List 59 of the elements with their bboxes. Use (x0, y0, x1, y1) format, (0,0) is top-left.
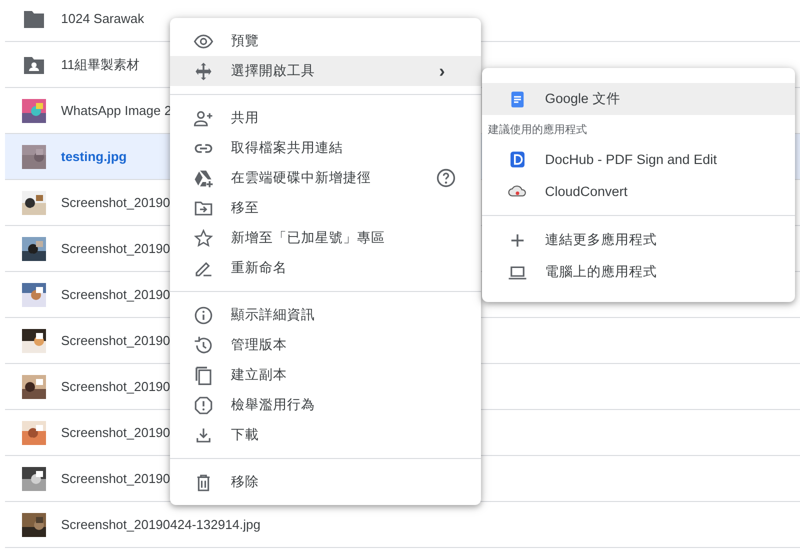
menu-item[interactable]: 選擇開啟工具 › (170, 56, 481, 86)
menu-item[interactable]: 移至 (170, 193, 481, 223)
menu-item-label: 管理版本 (231, 336, 287, 354)
menu-item-label: 重新命名 (231, 259, 287, 277)
app-item[interactable]: 電腦上的應用程式 (482, 256, 795, 288)
file-name: Screenshot_20190 (61, 425, 170, 440)
menu-item[interactable]: 共用 (170, 103, 481, 133)
menu-item[interactable]: 移除 (170, 467, 481, 497)
file-name: Screenshot_20190 (61, 287, 170, 302)
app-item[interactable]: 連結更多應用程式 (482, 224, 795, 256)
app-name: 連結更多應用程式 (545, 231, 657, 249)
menu-item-label: 共用 (231, 109, 259, 127)
menu-item-label: 取得檔案共用連結 (231, 139, 343, 157)
drive-add-icon (193, 168, 214, 188)
section-heading: 建議使用的應用程式 (487, 122, 588, 138)
move-arrows-icon (193, 60, 214, 82)
file-name: Screenshot_20190 (61, 379, 170, 394)
app-name: DocHub - PDF Sign and Edit (545, 152, 717, 166)
menu-item-label: 顯示詳細資訊 (231, 306, 315, 324)
file-name: Screenshot_20190 (61, 471, 170, 486)
menu-item-label: 新增至「已加星號」專區 (231, 229, 385, 247)
menu-item-label: 檢舉濫用行為 (231, 396, 315, 414)
file-name: 1024 Sarawak (61, 11, 144, 26)
file-name: Screenshot_20190 (61, 241, 170, 256)
menu-item-label: 預覽 (231, 32, 259, 50)
file-name: Screenshot_20190424-132914.jpg (61, 517, 261, 532)
warning-icon (193, 394, 214, 416)
app-name: 電腦上的應用程式 (545, 263, 657, 281)
file-name: 11組畢製素材 (61, 56, 140, 74)
menu-item-label: 在雲端硬碟中新增捷徑 (231, 169, 371, 187)
file-name: Screenshot_20190 (61, 333, 170, 348)
menu-item[interactable]: 建立副本 (170, 360, 481, 390)
menu-item[interactable]: 取得檔案共用連結 (170, 133, 481, 163)
app-item[interactable]: Google 文件 (482, 83, 795, 115)
menu-item[interactable]: 預覽 (170, 26, 481, 56)
menu-item[interactable]: 新增至「已加星號」專區 (170, 223, 481, 253)
menu-item[interactable]: 管理版本 (170, 330, 481, 360)
menu-item-label: 選擇開啟工具 (231, 62, 315, 80)
app-name: Google 文件 (545, 90, 620, 108)
app-item[interactable]: DocHub - PDF Sign and Edit (482, 143, 795, 175)
help-icon[interactable] (435, 167, 457, 189)
menu-item-label: 建立副本 (231, 366, 287, 384)
file-name: Screenshot_20190 (61, 195, 170, 210)
file-name: testing.jpg (61, 149, 127, 164)
menu-item[interactable]: 在雲端硬碟中新增捷徑 (170, 163, 481, 193)
history-icon (193, 334, 214, 356)
app-item[interactable]: CloudConvert (482, 175, 795, 207)
menu-item[interactable]: 重新命名 (170, 253, 481, 283)
menu-item[interactable]: 下載 (170, 420, 481, 450)
menu-item-label: 移至 (231, 199, 259, 217)
info-icon (193, 304, 214, 326)
menu-item[interactable]: 顯示詳細資訊 (170, 300, 481, 330)
menu-item[interactable]: 檢舉濫用行為 (170, 390, 481, 420)
menu-item-label: 下載 (231, 426, 259, 444)
menu-item-label: 移除 (231, 473, 259, 491)
star-icon (193, 228, 214, 248)
submenu-arrow: › (439, 60, 445, 82)
app-name: CloudConvert (545, 184, 628, 198)
copy-icon (193, 364, 214, 386)
